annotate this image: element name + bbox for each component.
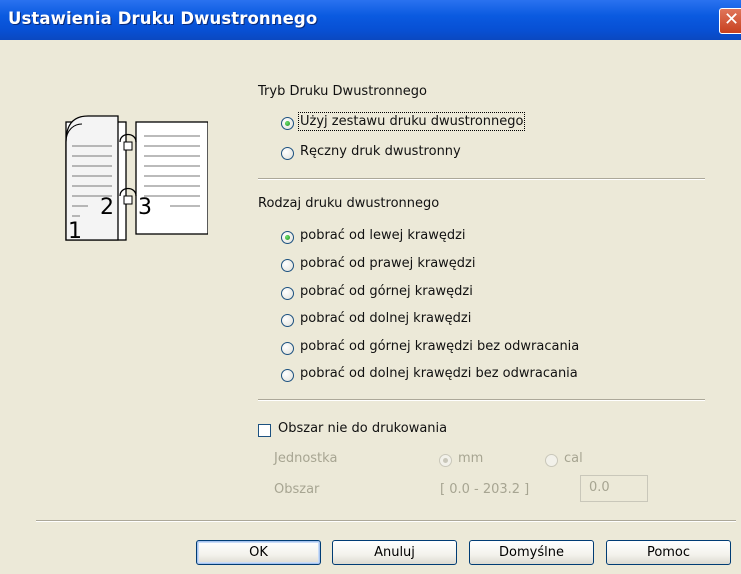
radio-binding-right[interactable]: [281, 259, 294, 272]
page-number-3: 3: [138, 195, 152, 220]
radio-binding-bottom-label[interactable]: pobrać od dolnej krawędzi: [300, 311, 471, 326]
radio-binding-right-label[interactable]: pobrać od prawej krawędzi: [300, 256, 475, 271]
help-button[interactable]: Pomoc: [606, 540, 731, 565]
area-value-input[interactable]: 0.0: [580, 475, 648, 502]
radio-binding-top-no-flip-label[interactable]: pobrać od górnej krawędzi bez odwracania: [300, 339, 579, 354]
radio-unit-mm-label[interactable]: mm: [458, 451, 483, 466]
radio-binding-left[interactable]: [281, 231, 294, 244]
radio-unit-mm[interactable]: [439, 454, 452, 467]
ok-button[interactable]: OK: [196, 540, 321, 565]
separator: [36, 520, 736, 522]
radio-unit-inch[interactable]: [545, 454, 558, 467]
duplex-booklet-illustration: 1 2 3: [58, 102, 209, 256]
dialog-window: Ustawienia Druku Dwustronnego ✕ 1 2 3 Tr…: [0, 0, 741, 574]
duplex-mode-heading: Tryb Druku Dwustronnego: [258, 84, 427, 99]
page-number-1: 1: [68, 219, 82, 244]
radio-use-duplex-unit[interactable]: [281, 117, 294, 130]
radio-binding-bottom-no-flip-label[interactable]: pobrać od dolnej krawędzi bez odwracania: [300, 366, 578, 381]
title-bar[interactable]: Ustawienia Druku Dwustronnego ✕: [0, 0, 741, 40]
no-print-area-checkbox[interactable]: [258, 424, 271, 437]
unit-label: Jednostka: [274, 451, 338, 466]
page-number-2: 2: [100, 195, 114, 220]
radio-manual-duplex[interactable]: [281, 147, 294, 160]
cancel-button[interactable]: Anuluj: [332, 540, 457, 565]
window-title: Ustawienia Druku Dwustronnego: [8, 9, 318, 28]
booklet-icon: 1 2 3: [65, 115, 209, 244]
no-print-area-label[interactable]: Obszar nie do drukowania: [278, 421, 447, 436]
radio-manual-duplex-label[interactable]: Ręczny druk dwustronny: [300, 144, 461, 159]
close-button[interactable]: ✕: [719, 8, 741, 34]
radio-binding-left-label[interactable]: pobrać od lewej krawędzi: [300, 228, 466, 243]
duplex-type-heading: Rodzaj druku dwustronnego: [258, 196, 440, 211]
radio-binding-top[interactable]: [281, 287, 294, 300]
radio-binding-bottom-no-flip[interactable]: [281, 369, 294, 382]
radio-binding-top-no-flip[interactable]: [281, 342, 294, 355]
radio-unit-inch-label[interactable]: cal: [564, 451, 583, 466]
area-range: [ 0.0 - 203.2 ]: [440, 482, 530, 497]
separator: [258, 399, 705, 401]
separator: [258, 178, 705, 180]
radio-use-duplex-unit-label[interactable]: Użyj zestawu druku dwustronnego: [297, 112, 526, 131]
close-icon: ✕: [724, 9, 740, 30]
area-label: Obszar: [274, 482, 320, 497]
defaults-button[interactable]: Domyślne: [469, 540, 594, 565]
radio-binding-bottom[interactable]: [281, 314, 294, 327]
radio-binding-top-label[interactable]: pobrać od górnej krawędzi: [300, 284, 473, 299]
